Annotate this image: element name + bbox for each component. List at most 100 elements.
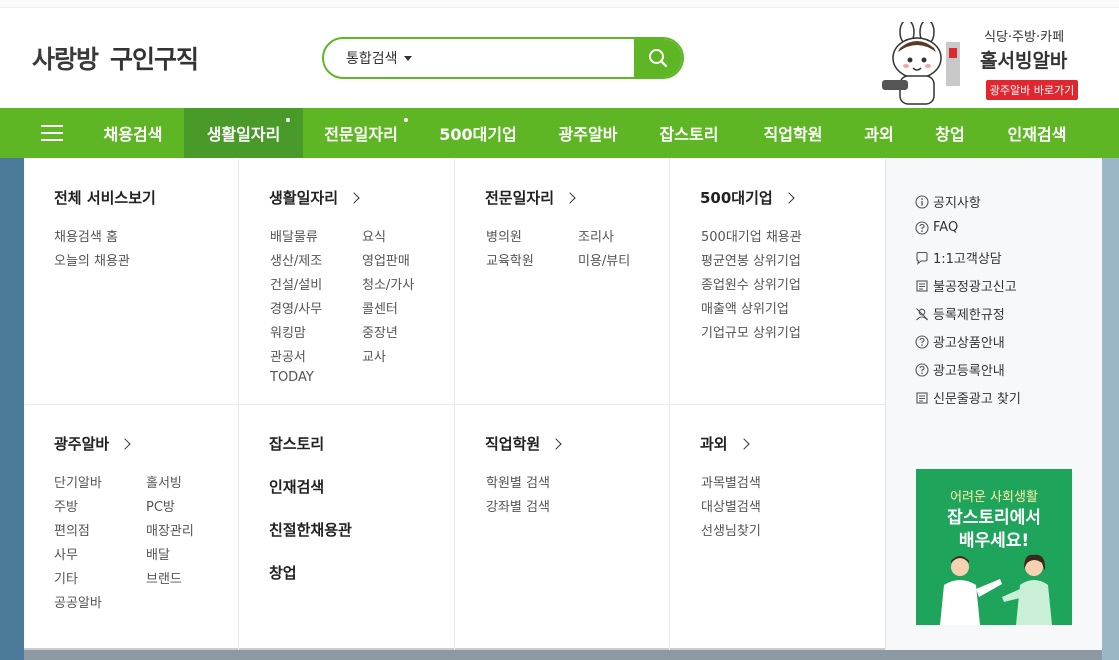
header: 사랑방 구인구직 통합검색 식당·주방·카페 홀서빙알바 광주알바 바로가기 (0, 8, 1119, 108)
link-pro-job[interactable]: 미용/뷰티 (578, 250, 630, 269)
link-alba[interactable]: 매장관리 (146, 520, 194, 539)
caret-down-icon (403, 55, 412, 61)
menu-hamburger-icon[interactable] (41, 125, 63, 142)
info-circle-icon (915, 194, 929, 209)
link-kind-recruit[interactable]: 친절한채용관 (269, 519, 352, 540)
link-top500[interactable]: 종업원수 상위기업 (701, 274, 801, 293)
link-alba[interactable]: 사무 (54, 544, 78, 563)
link-life-job[interactable]: 워킹맘 (270, 322, 306, 341)
link-top500[interactable]: 매출액 상위기업 (701, 298, 789, 317)
link-top500[interactable]: 기업규모 상위기업 (701, 322, 801, 341)
link-tutoring[interactable]: 과목별검색 (701, 472, 761, 491)
ad-text-line1: 식당·주방·카페 (984, 30, 1065, 45)
link-pro-job[interactable]: 조리사 (578, 226, 614, 245)
link-academy[interactable]: 강좌별 검색 (486, 496, 550, 515)
section-title-all-services[interactable]: 전체 서비스보기 (54, 187, 156, 208)
page-background-right (1102, 158, 1119, 660)
link-alba[interactable]: 단기알바 (54, 472, 102, 491)
banner-line3: 배우세요! (958, 531, 1030, 551)
link-alba[interactable]: 홀서빙 (146, 472, 182, 491)
nav-item-talent-search[interactable]: 인재검색 (994, 108, 1080, 158)
chevron-right-icon (737, 437, 750, 450)
link-life-job[interactable]: 배달물류 (270, 226, 318, 245)
section-title-academy[interactable]: 직업학원 (485, 433, 562, 454)
link-life-job[interactable]: 건설/설비 (270, 274, 322, 293)
side-link-label: 불공정광고신고 (933, 280, 1017, 295)
link-top500[interactable]: 평균연봉 상위기업 (701, 250, 801, 269)
link-alba[interactable]: PC방 (146, 496, 175, 515)
nav-item-pro-jobs[interactable]: 전문일자리 (306, 108, 416, 158)
chevron-right-icon (348, 191, 360, 204)
link-life-job[interactable]: 교사 (362, 346, 386, 365)
logo[interactable]: 사랑방 구인구직 (32, 38, 199, 78)
link-life-job[interactable]: 중장년 (362, 322, 398, 341)
link-startup[interactable]: 창업 (269, 562, 297, 583)
link-pro-job[interactable]: 교육학원 (486, 250, 534, 269)
side-link-ad-products[interactable]: 광고상품안내 (915, 332, 1005, 351)
section-title-gwangju-alba[interactable]: 광주알바 (54, 433, 131, 454)
ad-shortcut-button[interactable]: 광주알바 바로가기 (986, 80, 1078, 100)
link-life-job[interactable]: TODAY (270, 370, 314, 385)
nav-item-life-jobs[interactable]: 생활일자리 (184, 108, 303, 158)
side-link-newspaper-ad[interactable]: 신문줄광고 찾기 (915, 388, 1021, 407)
side-link-ad-register[interactable]: 광고등록안내 (915, 360, 1005, 379)
side-link-report[interactable]: 불공정광고신고 (915, 276, 1017, 295)
section-title-label: 전문일자리 (485, 189, 555, 207)
banner-line2: 잡스토리에서 (947, 508, 1041, 528)
search-box: 통합검색 (322, 37, 684, 79)
side-link-label: 신문줄광고 찾기 (933, 392, 1021, 407)
link-alba[interactable]: 브랜드 (146, 568, 182, 587)
side-link-faq[interactable]: FAQ (915, 220, 958, 235)
section-title-tutoring[interactable]: 과외 (700, 433, 750, 454)
search-category-select[interactable]: 통합검색 (346, 39, 412, 77)
main-nav: 채용검색 생활일자리 전문일자리 500대기업 광주알바 잡스토리 직업학원 과… (0, 108, 1119, 158)
section-title-pro-jobs[interactable]: 전문일자리 (485, 187, 576, 208)
nav-item-jobstory[interactable]: 잡스토리 (644, 108, 734, 158)
section-title-top500[interactable]: 500대기업 (700, 187, 795, 208)
nav-item-startup[interactable]: 창업 (925, 108, 975, 158)
link-life-job[interactable]: 영업판매 (362, 250, 410, 269)
link-life-job[interactable]: 요식 (362, 226, 386, 245)
side-link-label: 광고등록안내 (933, 364, 1005, 379)
link-life-job[interactable]: 관공서 (270, 346, 306, 365)
link-job-search-home[interactable]: 채용검색 홈 (54, 226, 118, 245)
nav-item-gwangju-alba[interactable]: 광주알바 (540, 108, 636, 158)
section-title-label: 광주알바 (54, 435, 110, 453)
section-title-life-jobs[interactable]: 생활일자리 (269, 187, 360, 208)
link-life-job[interactable]: 콜센터 (362, 298, 398, 317)
link-today-jobs[interactable]: 오늘의 채용관 (54, 250, 130, 269)
header-ad[interactable]: 식당·주방·카페 홀서빙알바 광주알바 바로가기 (880, 22, 1090, 108)
link-alba[interactable]: 공공알바 (54, 592, 102, 611)
link-tutoring[interactable]: 대상별검색 (701, 496, 761, 515)
side-link-notice[interactable]: 공지사항 (915, 192, 981, 211)
link-academy[interactable]: 학원별 검색 (486, 472, 550, 491)
search-button[interactable] (634, 39, 682, 77)
nav-item-tutoring[interactable]: 과외 (854, 108, 904, 158)
side-link-restriction[interactable]: 등록제한규정 (915, 304, 1005, 323)
link-alba[interactable]: 편의점 (54, 520, 90, 539)
jobstory-banner[interactable]: 어려운 사회생활 잡스토리에서 배우세요! (916, 469, 1072, 625)
link-pro-job[interactable]: 병의원 (486, 226, 522, 245)
link-alba[interactable]: 주방 (54, 496, 78, 515)
side-link-consult[interactable]: 1:1고객상담 (915, 248, 1002, 267)
search-input[interactable] (449, 43, 629, 73)
link-life-job[interactable]: 생산/제조 (270, 250, 322, 269)
question-circle-icon (915, 220, 929, 235)
nav-item-academy[interactable]: 직업학원 (748, 108, 838, 158)
top-strip (0, 0, 1119, 8)
mascot-illustration (882, 22, 960, 105)
link-life-job[interactable]: 청소/가사 (362, 274, 414, 293)
nav-item-job-search[interactable]: 채용검색 (86, 108, 180, 158)
question-circle-icon (915, 334, 929, 349)
link-top500[interactable]: 500대기업 채용관 (701, 226, 802, 245)
link-life-job[interactable]: 경영/사무 (270, 298, 322, 317)
link-talent-search[interactable]: 인재검색 (269, 476, 324, 497)
link-jobstory[interactable]: 잡스토리 (269, 433, 324, 454)
divider (24, 404, 885, 405)
banner-line1: 어려운 사회생활 (950, 490, 1038, 505)
link-tutoring[interactable]: 선생님찾기 (701, 520, 761, 539)
link-alba[interactable]: 배달 (146, 544, 170, 563)
link-alba[interactable]: 기타 (54, 568, 78, 587)
search-category-label: 통합검색 (346, 51, 398, 67)
nav-item-top500[interactable]: 500대기업 (428, 108, 528, 158)
